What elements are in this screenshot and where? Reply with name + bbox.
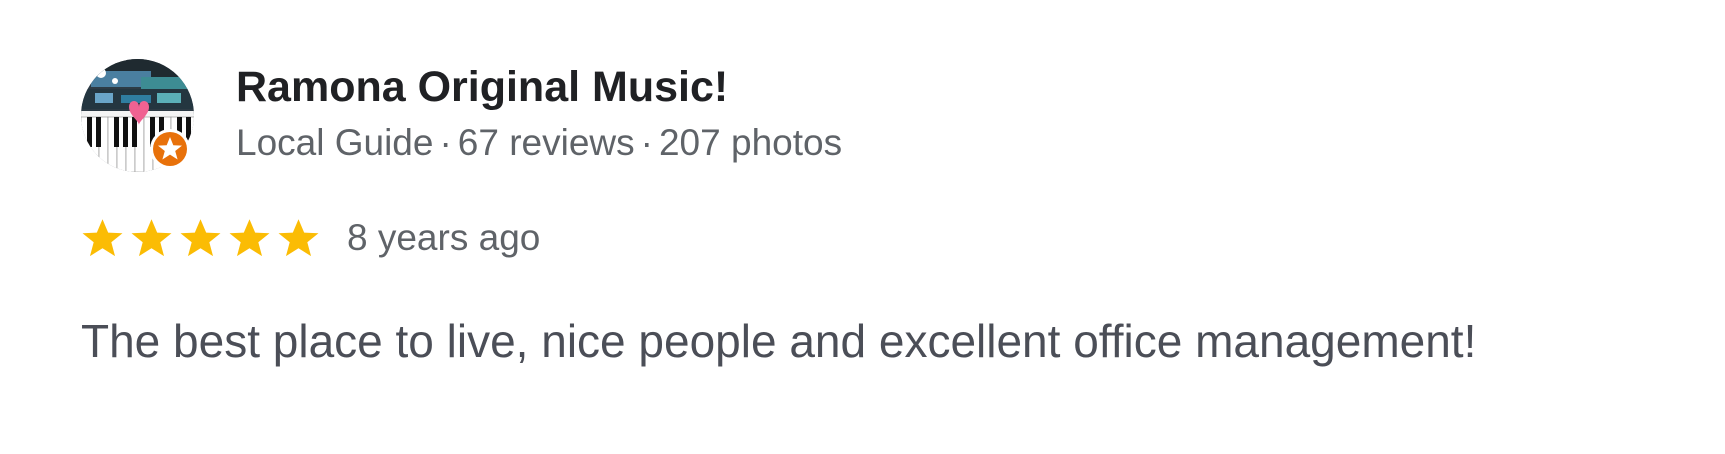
review-card: Ramona Original Music! Local Guide · 67 re…	[0, 0, 1725, 454]
meta-separator: ·	[640, 122, 653, 163]
review-text: The best place to live, nice people and …	[81, 315, 1477, 367]
photo-count: 207 photos	[658, 122, 843, 163]
meta-separator: ·	[439, 122, 452, 163]
review-count: 67 reviews	[457, 122, 635, 163]
review-time: 8 years ago	[347, 217, 541, 258]
star-icon	[229, 218, 270, 256]
star-icon	[131, 218, 172, 256]
author-name[interactable]: Ramona Original Music!	[236, 62, 728, 112]
star-icon	[278, 218, 319, 256]
author-meta: Local Guide · 67 reviews · 207 photos	[236, 121, 842, 165]
local-guide-badge-icon	[150, 129, 190, 169]
star-rating	[79, 213, 322, 263]
author-avatar[interactable]	[81, 59, 194, 172]
local-guide-label: Local Guide	[236, 122, 434, 163]
star-icon	[82, 218, 123, 256]
star-icon	[180, 218, 221, 256]
